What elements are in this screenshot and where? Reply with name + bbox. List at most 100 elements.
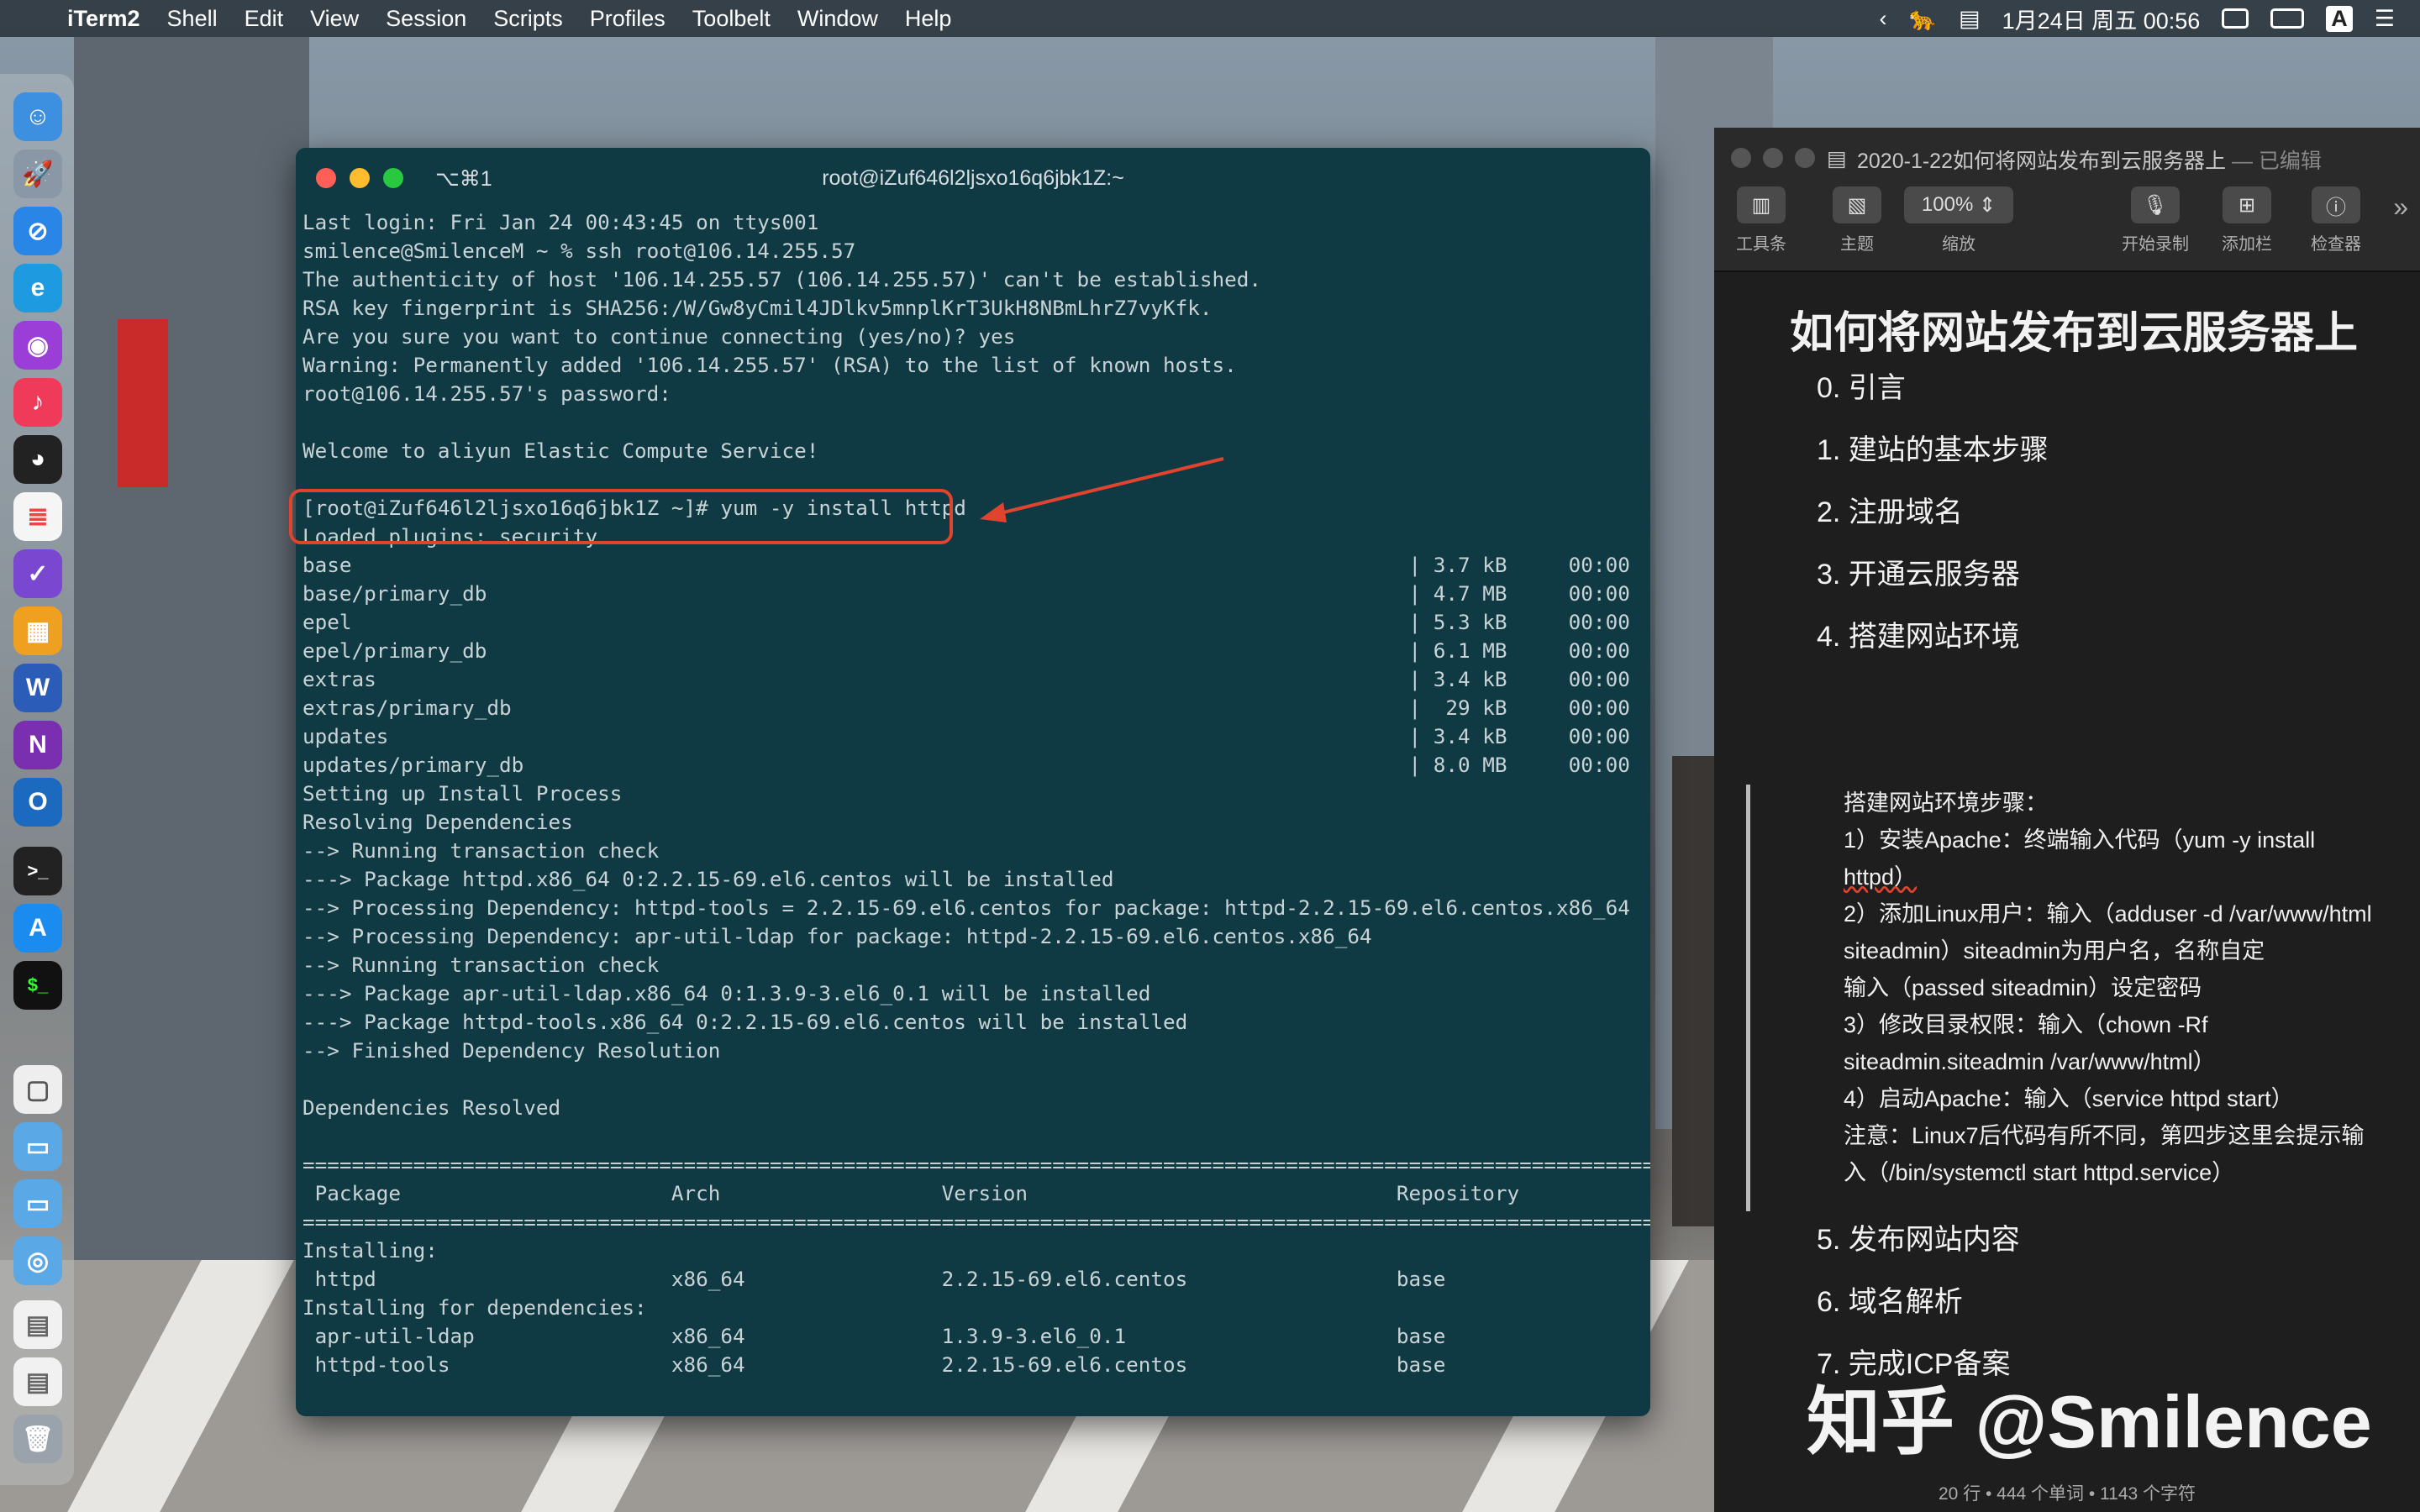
zoom-value[interactable]: 100% ⇕ (1904, 186, 2013, 223)
document-title: 2020-1-22如何将网站发布到云服务器上 — 已编辑 (1857, 144, 2322, 175)
terminal-line: epel | 5.3 kB 00:00 (302, 610, 1630, 634)
terminal-line: root@106.14.255.57's password: (302, 381, 671, 406)
toolbar-label: 缩放 (1942, 235, 1975, 254)
terminal-line: --> Finished Dependency Resolution (302, 1038, 721, 1063)
animal-status-icon[interactable]: 🐆 (1909, 5, 1938, 32)
terminal-line: ========================================… (302, 1152, 1650, 1177)
terminal-window[interactable]: ⌥⌘1 root@iZuf646l2ljsxo16q6jbk1Z:~ Last … (296, 148, 1650, 1416)
app-store-icon[interactable]: A (13, 904, 62, 953)
menu-shell[interactable]: Shell (167, 6, 218, 32)
control-center-icon[interactable]: ☰ (2375, 6, 2395, 32)
section-heading: 4. 搭建网站环境 (1817, 621, 2020, 653)
toolbar-add-column-button[interactable]: ⊞ 添加栏 (2213, 186, 2281, 255)
reminders-icon[interactable]: ≣ (13, 492, 62, 541)
pages-icon[interactable]: ▦ (13, 606, 62, 655)
info-icon: ⓘ (2312, 186, 2360, 223)
terminal-icon[interactable]: >_ (13, 847, 62, 895)
toolbar-label: 主题 (1840, 235, 1874, 254)
terminal-titlebar[interactable]: ⌥⌘1 root@iZuf646l2ljsxo16q6jbk1Z:~ (296, 148, 1650, 208)
toolbar-record-button[interactable]: 🎙 开始录制 (2118, 186, 2193, 255)
section-heading: 0. 引言 (1817, 372, 1906, 404)
terminal-line: Are you sure you want to continue connec… (302, 324, 1016, 349)
zoom-button[interactable] (1795, 148, 1815, 168)
menu-profiles[interactable]: Profiles (590, 6, 666, 32)
mic-icon: 🎙 (2131, 186, 2180, 223)
section-heading: 1. 建站的基本步骤 (1817, 434, 2049, 466)
terminal-line: Warning: Permanently added '106.14.255.5… (302, 353, 1237, 377)
terminal-line: ---> Package apr-util-ldap.x86_64 0:1.3.… (302, 981, 1151, 1005)
toolbar-label: 检查器 (2311, 235, 2361, 254)
detail-title: 搭建网站环境步骤： (1844, 790, 2048, 816)
window-title: root@iZuf646l2ljsxo16q6jbk1Z:~ (822, 166, 1124, 190)
detail-line: 4）启动Apache：输入（service httpd start） (1844, 1086, 2294, 1111)
toolbar-theme-button[interactable]: ▧ 主题 (1823, 186, 1891, 255)
terminal-line: httpd-tools x86_64 2.2.15-69.el6.centos … (302, 1352, 1650, 1377)
edited-label: — 已编辑 (2231, 150, 2322, 173)
theme-icon: ▧ (1833, 186, 1881, 223)
toolbar-label: 添加栏 (2222, 235, 2272, 254)
clock[interactable]: 1月24日 周五 00:56 (2002, 3, 2201, 35)
menu-toolbelt[interactable]: Toolbelt (692, 6, 771, 32)
terminal-line: Installing for dependencies: (302, 1295, 647, 1320)
window-thumbnail-icon[interactable]: ▤ (13, 1357, 62, 1406)
downloads-folder-icon[interactable]: ▭ (13, 1179, 62, 1228)
onenote-icon[interactable]: N (13, 721, 62, 769)
podcasts-icon[interactable]: ◉ (13, 321, 62, 370)
menu-window[interactable]: Window (797, 6, 878, 32)
menu-app-iterm2[interactable]: iTerm2 (67, 6, 140, 32)
terminal-line: --> Processing Dependency: httpd-tools =… (302, 895, 1630, 920)
trash-icon[interactable]: 🗑 (13, 1415, 62, 1463)
menu-session[interactable]: Session (386, 6, 466, 32)
terminal-line: Resolving Dependencies (302, 810, 573, 834)
outlook-icon[interactable]: O (13, 778, 62, 827)
toolbar-zoom-control[interactable]: 100% ⇕ 缩放 (1904, 186, 2013, 255)
music-icon[interactable]: ♪ (13, 378, 62, 427)
annotation-arrow (980, 457, 1224, 522)
toolbar-inspector-button[interactable]: ⓘ 检查器 (2302, 186, 2370, 255)
terminal-line: ---> Package httpd-tools.x86_64 0:2.2.15… (302, 1010, 1188, 1034)
add-column-icon: ⊞ (2223, 186, 2271, 223)
notes-titlebar[interactable]: ▤ 2020-1-22如何将网站发布到云服务器上 — 已编辑 (1714, 128, 2420, 186)
omnifocus-icon[interactable]: ✓ (13, 549, 62, 598)
toolbar-label: 开始录制 (2122, 235, 2189, 254)
selection-bar (1746, 785, 1750, 1211)
notes-window[interactable]: ▤ 2020-1-22如何将网站发布到云服务器上 — 已编辑 ▥ 工具条 ▧ 主… (1714, 128, 2420, 1512)
toolbar-overflow-icon[interactable]: » (2393, 192, 2408, 223)
toolbar-sidebar-button[interactable]: ▥ 工具条 (1728, 186, 1795, 255)
terminal-line: apr-util-ldap x86_64 1.3.9-3.el6_0.1 bas… (302, 1324, 1650, 1348)
chevron-left-icon[interactable]: ‹ (1880, 6, 1887, 32)
menu-view[interactable]: View (310, 6, 359, 32)
terminal-line: extras/primary_db | 29 kB 00:00 (302, 696, 1630, 720)
terminal-line: epel/primary_db | 6.1 MB 00:00 (302, 638, 1630, 663)
applications-folder-icon[interactable]: ◎ (13, 1236, 62, 1285)
battery-icon[interactable] (2270, 8, 2305, 29)
safari-icon[interactable]: ⊘ (13, 207, 62, 255)
terminal-output[interactable]: Last login: Fri Jan 24 00:43:45 on ttys0… (296, 208, 1650, 1379)
iterm-icon[interactable]: $_ (13, 961, 62, 1010)
window-thumbnail-icon[interactable]: ▤ (13, 1300, 62, 1349)
folder-icon[interactable]: ▭ (13, 1122, 62, 1171)
terminal-line: smilence@SmilenceM ~ % ssh root@106.14.2… (302, 239, 856, 263)
launchpad-icon[interactable]: 🚀 (13, 150, 62, 198)
zoom-percent: 100% (1921, 193, 1974, 216)
qq-icon[interactable]: ◕ (13, 435, 62, 484)
section-heading: 5. 发布网站内容 (1817, 1224, 2020, 1256)
toolbar-label: 工具条 (1736, 235, 1786, 254)
notification-icon[interactable]: ▤ (1959, 6, 1981, 32)
terminal-line: --> Running transaction check (302, 953, 660, 977)
zhihu-watermark: 知乎 @Smilence (1807, 1380, 2372, 1463)
screen-mirror-icon[interactable] (2222, 8, 2249, 29)
finder-icon[interactable]: ☺ (13, 92, 62, 141)
terminal-line: ========================================… (302, 1210, 1650, 1234)
preview-document-icon[interactable]: ▢ (13, 1065, 62, 1114)
menu-edit[interactable]: Edit (245, 6, 284, 32)
minimize-button[interactable] (1763, 148, 1783, 168)
word-icon[interactable]: W (13, 664, 62, 712)
menu-help[interactable]: Help (905, 6, 952, 32)
input-method-icon[interactable]: A (2326, 5, 2353, 32)
terminal-line: --> Running transaction check (302, 838, 660, 863)
edge-icon[interactable]: e (13, 264, 62, 312)
close-button[interactable] (1731, 148, 1751, 168)
menu-scripts[interactable]: Scripts (493, 6, 563, 32)
